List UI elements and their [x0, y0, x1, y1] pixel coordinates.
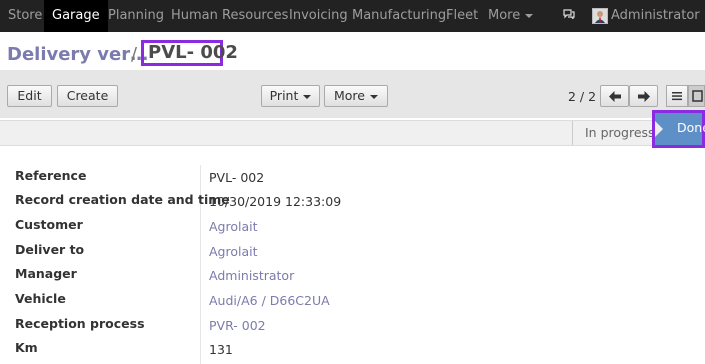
field-row-vehicle: Vehicle Audi/A6 / D66C2UA [0, 291, 705, 315]
nav-item-store[interactable]: Store [8, 0, 42, 32]
field-value-creation-date: 10/30/2019 12:33:09 [209, 194, 342, 209]
field-link-customer[interactable]: Agrolait [209, 219, 258, 234]
list-view-icon [672, 92, 682, 101]
create-button[interactable]: Create [57, 85, 118, 107]
more-label: More [334, 88, 365, 103]
field-label: Reception process [15, 316, 145, 331]
breadcrumb-separator: / [131, 44, 138, 65]
caret-down-icon [303, 94, 312, 99]
user-name: Administrator [611, 8, 700, 23]
form-view-icon [692, 90, 703, 102]
field-row-deliver-to: Deliver to Agrolait [0, 242, 705, 266]
field-row-creation-date: Record creation date and time 10/30/2019… [0, 192, 705, 216]
field-link-vehicle[interactable]: Audi/A6 / D66C2UA [209, 293, 330, 308]
field-link-manager[interactable]: Administrator [209, 268, 294, 283]
form-sheet: Reference PVL- 002 Record creation date … [0, 152, 705, 364]
field-link-reception-process[interactable]: PVR- 002 [209, 318, 266, 333]
field-label: Vehicle [15, 291, 66, 306]
arrow-left-icon [609, 91, 621, 102]
arrow-right-icon [638, 91, 650, 102]
more-dropdown-button[interactable]: More [324, 85, 388, 107]
print-label: Print [269, 88, 299, 103]
breadcrumb-current: PVL- 002 [141, 40, 238, 66]
field-link-deliver-to[interactable]: Agrolait [209, 244, 258, 259]
field-value-km: 131 [209, 342, 233, 357]
nav-item-fleet[interactable]: Fleet [446, 0, 478, 32]
field-row-manager: Manager Administrator [0, 266, 705, 290]
nav-item-invoicing[interactable]: Invoicing [289, 0, 348, 32]
stage-arrow-icon [655, 121, 663, 137]
field-label: Reference [15, 168, 87, 183]
nav-item-planning[interactable]: Planning [108, 0, 164, 32]
form-view-button[interactable] [688, 85, 705, 107]
caret-down-icon [525, 13, 534, 18]
nav-item-human-resources[interactable]: Human Resources [171, 0, 288, 32]
pager-previous-button[interactable] [600, 85, 629, 107]
field-label: Customer [15, 217, 83, 232]
nav-more-menu[interactable]: More [488, 0, 534, 32]
caret-down-icon [370, 94, 378, 99]
nav-more-label: More [488, 8, 521, 23]
user-avatar[interactable] [592, 8, 608, 24]
user-menu[interactable]: Administrator [611, 0, 705, 32]
field-row-km: Km 131 [0, 340, 705, 364]
status-bar: In progress [0, 120, 705, 146]
field-row-reception-process: Reception process PVR- 002 [0, 316, 705, 340]
top-navbar: Store Garage Planning Human Resources In… [0, 0, 705, 32]
field-value-reference: PVL- 002 [209, 170, 265, 185]
list-view-button[interactable] [666, 85, 688, 107]
breadcrumb-parent-link[interactable]: Delivery ver… [7, 44, 148, 65]
edit-button[interactable]: Edit [7, 85, 52, 107]
field-row-customer: Customer Agrolait [0, 217, 705, 241]
field-label: Manager [15, 266, 77, 281]
nav-item-manufacturing[interactable]: Manufacturing [352, 0, 446, 32]
field-label: Deliver to [15, 242, 85, 257]
pager-value: 2 / 2 [568, 89, 597, 104]
nav-item-garage[interactable]: Garage [44, 0, 108, 32]
print-dropdown-button[interactable]: Print [261, 85, 320, 107]
stage-done[interactable]: Done [652, 110, 705, 148]
chat-icon[interactable] [563, 9, 575, 19]
pager-next-button[interactable] [629, 85, 658, 107]
field-label: Record creation date and time [15, 192, 230, 207]
user-icon [595, 11, 605, 23]
field-label: Km [15, 340, 38, 355]
stage-in-progress[interactable]: In progress [572, 121, 665, 145]
field-row-reference: Reference PVL- 002 [0, 168, 705, 192]
stage-done-label: Done [677, 120, 705, 135]
